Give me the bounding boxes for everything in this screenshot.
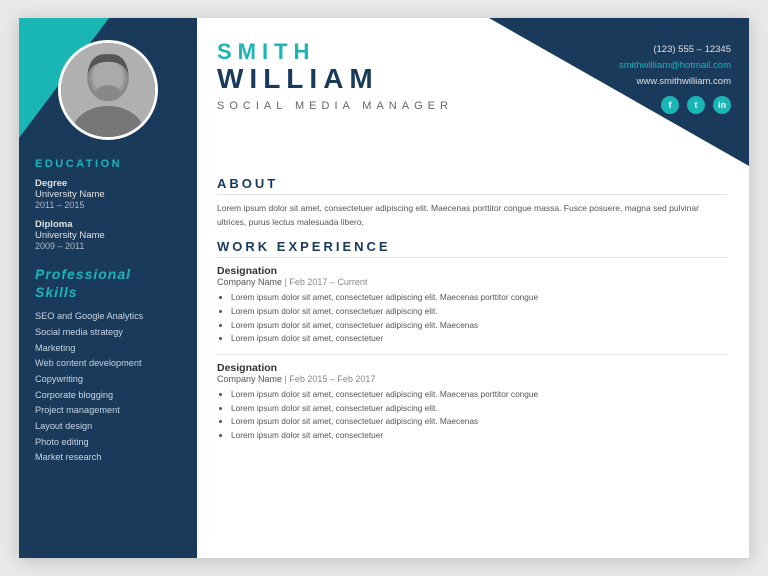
avatar-image [61, 43, 155, 137]
skill-item: Layout design [35, 419, 181, 435]
skill-item: SEO and Google Analytics [35, 309, 181, 325]
resume-card: EDUCATION Degree University Name 2011 – … [19, 18, 749, 558]
header-section: SMITH WILLIAM Social Media Manager (123)… [197, 18, 749, 166]
about-text: Lorem ipsum dolor sit amet, consectetuer… [217, 202, 727, 229]
work-bullet-item: Lorem ipsum dolor sit amet, consectetuer… [231, 305, 727, 319]
work-bullets: Lorem ipsum dolor sit amet, consectetuer… [217, 388, 727, 443]
twitter-icon[interactable]: t [687, 96, 705, 114]
edu-label-1: Degree [35, 178, 181, 189]
edu-label-2: Diploma [35, 219, 181, 230]
work-bullet-item: Lorem ipsum dolor sit amet, consectetuer [231, 429, 727, 443]
social-icons: f t in [619, 96, 731, 114]
last-name: WILLIAM [217, 64, 453, 95]
work-company: Company Name | Feb 2015 – Feb 2017 [217, 374, 727, 384]
edu-years-2: 2009 – 2011 [35, 241, 181, 251]
job-title: Social Media Manager [217, 100, 453, 112]
edu-school-1: University Name [35, 189, 181, 200]
work-bullet-item: Lorem ipsum dolor sit amet, consectetuer… [231, 415, 727, 429]
skill-item: Social media strategy [35, 325, 181, 341]
sidebar: EDUCATION Degree University Name 2011 – … [19, 18, 197, 558]
main-content: SMITH WILLIAM Social Media Manager (123)… [197, 18, 749, 558]
skill-item: Corporate blogging [35, 388, 181, 404]
contact-block: (123) 555 – 12345 smithwilliam@hotmail.c… [619, 42, 731, 114]
first-name: SMITH [217, 40, 453, 64]
work-bullet-item: Lorem ipsum dolor sit amet, consectetuer… [231, 291, 727, 305]
edu-years-1: 2011 – 2015 [35, 200, 181, 210]
work-company: Company Name | Feb 2017 – Current [217, 277, 727, 287]
skill-item: Project management [35, 403, 181, 419]
skill-item: Marketing [35, 341, 181, 357]
linkedin-icon[interactable]: in [713, 96, 731, 114]
avatar-placeholder [61, 43, 155, 137]
work-experience-heading: WORK EXPERIENCE [217, 239, 727, 258]
work-designation: Designation [217, 362, 727, 374]
email: smithwilliam@hotmail.com [619, 58, 731, 74]
about-heading: ABOUT [217, 176, 727, 195]
education-item-1: Degree University Name 2011 – 2015 [35, 178, 181, 210]
phone: (123) 555 – 12345 [619, 42, 731, 58]
work-bullet-item: Lorem ipsum dolor sit amet, consectetuer… [231, 402, 727, 416]
education-item-2: Diploma University Name 2009 – 2011 [35, 219, 181, 251]
website: www.smithwilliam.com [619, 74, 731, 90]
work-bullets: Lorem ipsum dolor sit amet, consectetuer… [217, 291, 727, 346]
skill-item: Copywriting [35, 372, 181, 388]
skill-item: Photo editing [35, 435, 181, 451]
skills-list: SEO and Google AnalyticsSocial media str… [35, 309, 181, 465]
work-experience-list: DesignationCompany Name | Feb 2017 – Cur… [217, 265, 727, 443]
work-bullet-item: Lorem ipsum dolor sit amet, consectetuer [231, 332, 727, 346]
facebook-icon[interactable]: f [661, 96, 679, 114]
work-separator [217, 354, 727, 355]
work-designation: Designation [217, 265, 727, 277]
avatar [58, 40, 158, 140]
work-bullet-item: Lorem ipsum dolor sit amet, consectetuer… [231, 388, 727, 402]
work-bullet-item: Lorem ipsum dolor sit amet, consectetuer… [231, 319, 727, 333]
skill-item: Market research [35, 450, 181, 466]
skills-heading: ProfessionalSkills [35, 265, 181, 301]
edu-school-2: University Name [35, 230, 181, 241]
name-block: SMITH WILLIAM Social Media Manager [217, 40, 453, 112]
body-section: ABOUT Lorem ipsum dolor sit amet, consec… [197, 166, 749, 558]
sidebar-content: EDUCATION Degree University Name 2011 – … [19, 140, 197, 478]
skill-item: Web content development [35, 356, 181, 372]
education-heading: EDUCATION [35, 158, 181, 170]
